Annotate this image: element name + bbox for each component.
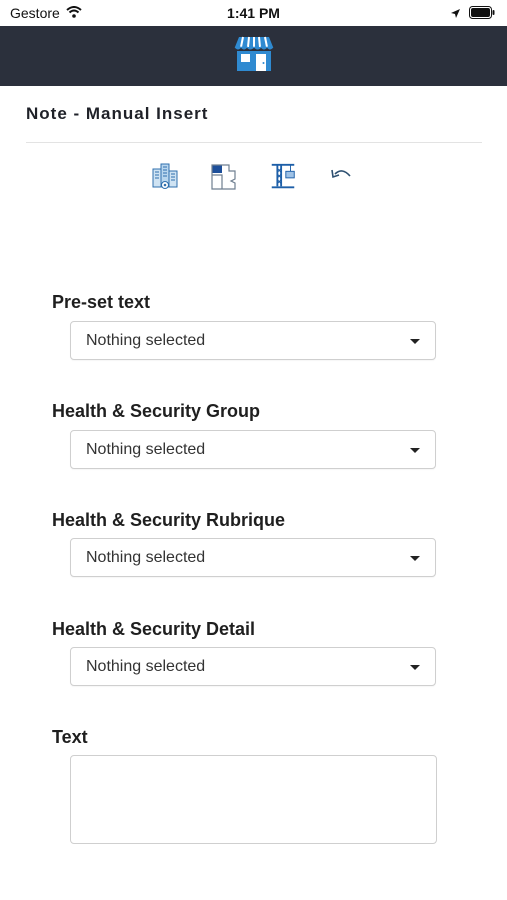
toolbar	[150, 158, 360, 194]
chevron-down-icon	[410, 665, 420, 670]
undo-icon[interactable]	[327, 161, 357, 191]
hs-rubrique-label: Health & Security Rubrique	[52, 510, 286, 530]
chevron-down-icon	[410, 339, 420, 344]
floor-plan-icon[interactable]	[209, 161, 239, 191]
hs-group-value: Nothing selected	[86, 441, 206, 458]
preset-text-select[interactable]: Nothing selected	[70, 321, 436, 360]
status-bar: Gestore 1:41 PM	[0, 0, 507, 26]
crane-icon[interactable]	[268, 161, 298, 191]
hs-rubrique-value: Nothing selected	[86, 549, 206, 566]
buildings-icon[interactable]	[150, 161, 180, 191]
chevron-down-icon	[410, 448, 420, 453]
store-icon[interactable]	[233, 35, 275, 78]
status-time: 1:41 PM	[227, 5, 280, 21]
status-right	[450, 6, 495, 24]
preset-text-label: Pre-set text	[52, 292, 151, 312]
title-divider	[26, 142, 482, 143]
app-header	[0, 26, 507, 86]
page-title: Note - Manual Insert	[26, 104, 209, 123]
text-input[interactable]	[70, 755, 437, 844]
hs-detail-value: Nothing selected	[86, 658, 206, 675]
hs-rubrique-select[interactable]: Nothing selected	[70, 538, 436, 577]
chevron-down-icon	[410, 556, 420, 561]
battery-icon	[469, 6, 495, 24]
location-arrow-icon	[450, 6, 461, 24]
hs-group-label: Health & Security Group	[52, 401, 261, 421]
hs-detail-label: Health & Security Detail	[52, 619, 256, 639]
text-label: Text	[52, 727, 88, 747]
preset-text-value: Nothing selected	[86, 332, 206, 349]
hs-detail-select[interactable]: Nothing selected	[70, 647, 436, 686]
hs-group-select[interactable]: Nothing selected	[70, 430, 436, 469]
